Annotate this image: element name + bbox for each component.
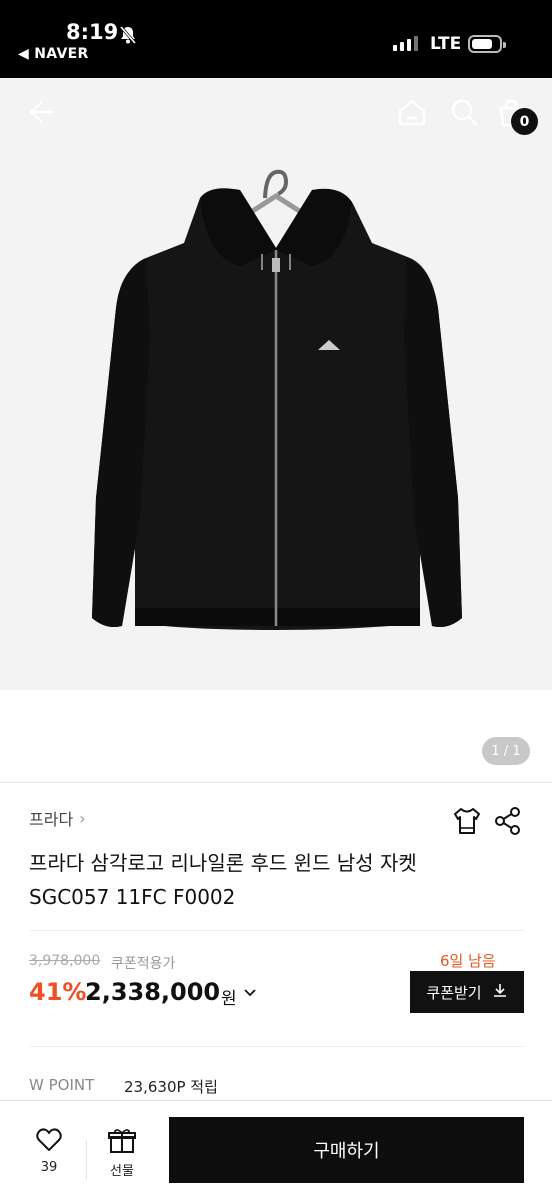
divider (29, 1046, 524, 1047)
like-count: 39 (40, 1160, 58, 1175)
buy-label: 구매하기 (313, 1141, 380, 1162)
brand-link[interactable]: 프라다 › (29, 806, 86, 830)
home-icon[interactable] (397, 98, 427, 130)
divider (86, 1140, 87, 1180)
divider (29, 930, 524, 931)
back-to-app-link[interactable]: ◀ NAVER (18, 46, 89, 62)
chevron-down-icon[interactable] (242, 984, 258, 1004)
gallery-footer (0, 690, 552, 782)
product-title: 프라다 삼각로고 리나일론 후드 윈드 남성 자켓 SGC057 11FC F0… (29, 846, 509, 914)
battery-icon (468, 35, 506, 53)
image-page-indicator: 1 / 1 (482, 737, 530, 765)
brand-name: 프라다 (29, 810, 74, 829)
coupon-price-label: 쿠폰적용가 (111, 956, 176, 972)
back-arrow-icon[interactable] (26, 97, 56, 131)
gift-icon[interactable] (108, 1128, 136, 1158)
search-icon[interactable] (450, 98, 478, 130)
get-coupon-button[interactable]: 쿠폰받기 (410, 971, 524, 1013)
get-coupon-label: 쿠폰받기 (426, 983, 482, 1002)
coupon-days-left: 6일 남음 (440, 952, 496, 970)
download-icon (492, 982, 508, 1002)
bell-off-icon (118, 25, 138, 49)
cart-count-badge: 0 (511, 108, 538, 135)
currency-unit: 원 (221, 989, 237, 1009)
status-bar: 8:19 ◀ NAVER LTE (0, 0, 552, 78)
product-title-line1: 프라다 삼각로고 리나일론 후드 윈드 남성 자켓 (29, 851, 417, 875)
sale-price: 2,338,000 (85, 978, 221, 1006)
buy-button[interactable]: 구매하기 (169, 1117, 524, 1183)
original-price: 3,978,000 (29, 953, 101, 969)
size-guide-shirt-icon[interactable] (452, 806, 482, 840)
divider (0, 782, 552, 783)
discount-rate: 41% (29, 978, 87, 1006)
network-type: LTE (430, 34, 462, 54)
heart-icon[interactable] (36, 1128, 62, 1156)
chevron-right-icon: › (79, 808, 86, 828)
share-icon[interactable] (494, 806, 522, 840)
status-time: 8:19 (66, 20, 119, 44)
signal-icon (393, 36, 418, 51)
w-point-value: 23,630P 적립 (124, 1078, 218, 1096)
gift-label: 선물 (110, 1164, 134, 1179)
w-point-label: W POINT (29, 1076, 95, 1094)
product-model-number: SGC057 11FC F0002 (29, 885, 236, 909)
product-image[interactable] (0, 78, 552, 690)
